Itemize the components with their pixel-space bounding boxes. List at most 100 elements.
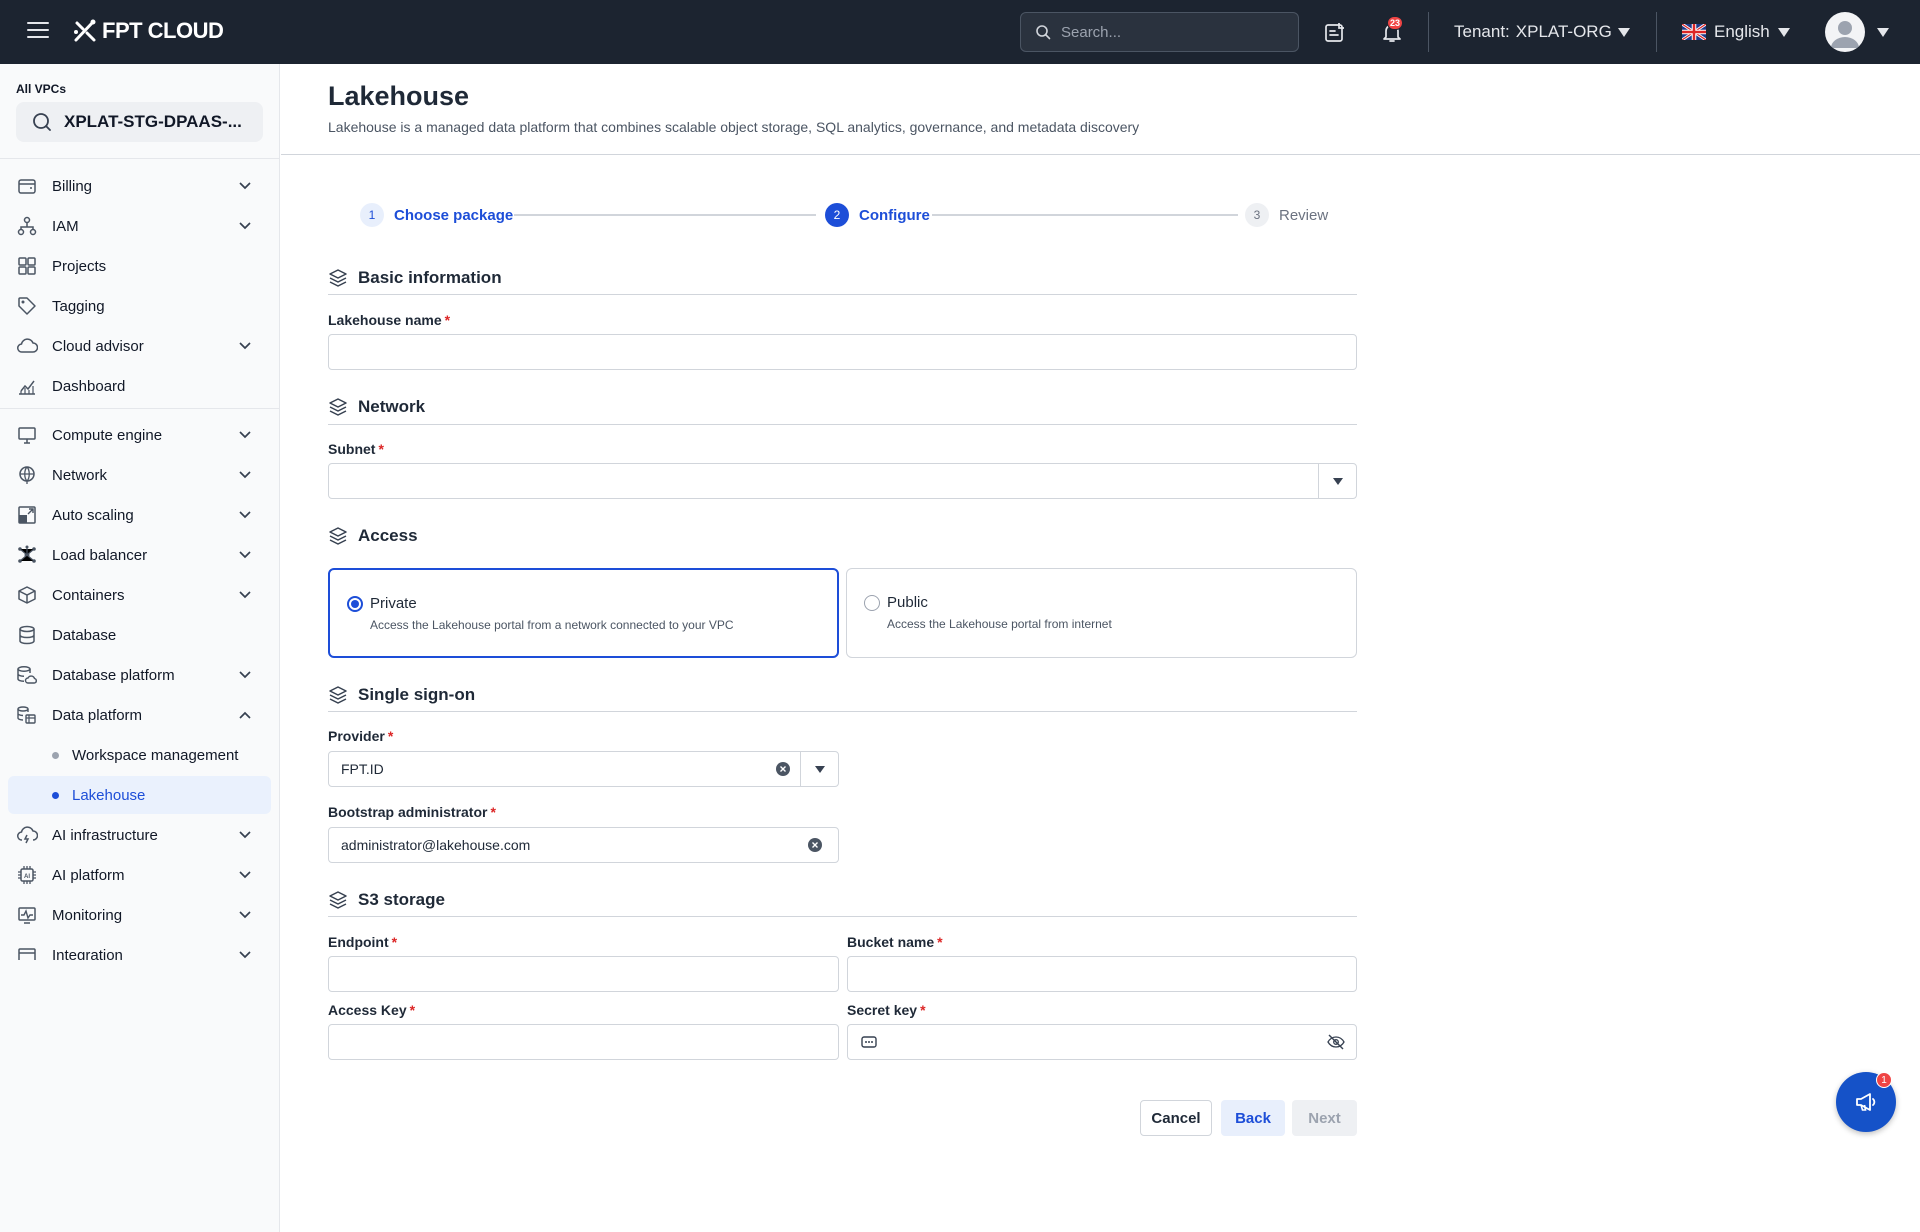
- eye-off-icon[interactable]: [1327, 1034, 1345, 1050]
- sidebar-item-label: Network: [52, 466, 108, 484]
- grid-icon: [16, 255, 38, 277]
- section-basic-information: Basic information: [328, 268, 502, 288]
- tenant-value: XPLAT-ORG: [1515, 22, 1612, 41]
- clear-icon[interactable]: [776, 762, 790, 776]
- sidebar-item-load-balancer[interactable]: Load balancer: [16, 537, 264, 573]
- required-asterisk: *: [409, 1002, 416, 1018]
- user-avatar-icon: [1831, 21, 1859, 48]
- chevron-down-icon: [239, 431, 251, 439]
- provider-label: Provider *: [328, 728, 393, 744]
- access-option-private[interactable]: Private Access the Lakehouse portal from…: [328, 568, 839, 658]
- sidebar-item-dashboard[interactable]: Dashboard: [16, 368, 264, 404]
- clear-icon[interactable]: [808, 838, 822, 852]
- sidebar-item-label: Dashboard: [52, 377, 126, 395]
- subnet-select[interactable]: [328, 463, 1357, 499]
- bullet-dot-icon: [52, 792, 59, 799]
- access-key-input[interactable]: [328, 1024, 839, 1060]
- globe-icon: [16, 464, 38, 486]
- lakehouse-name-input[interactable]: [328, 334, 1357, 370]
- sidebar-subitem-label: Lakehouse: [72, 786, 146, 804]
- secret-key-input[interactable]: [847, 1024, 1357, 1060]
- search-input[interactable]: [1061, 23, 1281, 41]
- option-description: Access the Lakehouse portal from a netwo…: [370, 618, 734, 632]
- sidebar-item-label: Database: [52, 626, 117, 644]
- sidebar-item-ai-infrastructure[interactable]: AI infrastructure: [16, 817, 264, 853]
- sidebar-item-network[interactable]: Network: [16, 457, 264, 493]
- search-icon: [1036, 25, 1051, 40]
- sidebar-item-label: IAM: [52, 217, 79, 235]
- radio-button[interactable]: [347, 596, 363, 612]
- required-asterisk: *: [444, 312, 451, 328]
- tenant-label: Tenant:: [1454, 22, 1510, 41]
- tenant-selector[interactable]: Tenant: XPLAT-ORG: [1454, 0, 1630, 64]
- chevron-down-icon: [239, 951, 251, 959]
- sidebar-item-monitoring[interactable]: Monitoring: [16, 897, 264, 933]
- radio-button[interactable]: [864, 595, 880, 611]
- sidebar-item-data-platform[interactable]: Data platform: [16, 697, 264, 733]
- sidebar-item-billing[interactable]: Billing: [16, 168, 264, 204]
- sidebar-item-projects[interactable]: Projects: [16, 248, 264, 284]
- sidebar-item-iam[interactable]: IAM: [16, 208, 264, 244]
- cloud-bolt-icon: [16, 824, 38, 846]
- sidebar-item-compute-engine[interactable]: Compute engine: [16, 417, 264, 453]
- bootstrap-admin-input[interactable]: [328, 827, 839, 863]
- user-menu[interactable]: [1825, 12, 1889, 52]
- database-cloud-icon: [16, 664, 38, 686]
- chart-icon: [16, 375, 38, 397]
- step-label: Review: [1279, 206, 1329, 224]
- option-title: Private: [370, 595, 417, 612]
- sidebar-subitem-workspace-management[interactable]: Workspace management: [8, 736, 271, 774]
- chevron-down-icon: [239, 831, 251, 839]
- sidebar-item-database[interactable]: Database: [16, 617, 264, 653]
- global-search[interactable]: [1020, 12, 1299, 52]
- sidebar-nav: Billing IAM Projects Tagging Cloud advis…: [0, 64, 280, 960]
- endpoint-input[interactable]: [328, 956, 839, 992]
- step-number: 2: [825, 203, 849, 227]
- cancel-button[interactable]: Cancel: [1140, 1100, 1212, 1136]
- hamburger-menu-icon[interactable]: [26, 20, 54, 44]
- chevron-up-icon: [239, 711, 251, 719]
- logo-text: FPT CLOUD: [102, 18, 224, 43]
- bullet-dot-icon: [52, 752, 59, 759]
- sidebar-item-ai-platform[interactable]: AI AI platform: [16, 857, 264, 893]
- language-label: English: [1714, 22, 1770, 41]
- sidebar-item-containers[interactable]: Containers: [16, 577, 264, 613]
- field-label-text: Access Key: [328, 1002, 407, 1018]
- scaling-icon: [16, 504, 38, 526]
- sidebar-item-integration[interactable]: Integration: [16, 937, 264, 960]
- sidebar-item-tagging[interactable]: Tagging: [16, 288, 264, 324]
- step-choose-package[interactable]: 1 Choose package: [360, 202, 513, 228]
- sidebar-item-label: Tagging: [52, 297, 105, 315]
- chevron-down-icon: [1777, 27, 1790, 37]
- announcement-count-badge: 1: [1876, 1072, 1892, 1088]
- cloud-icon: [16, 335, 38, 357]
- sidebar-item-label: Billing: [52, 177, 93, 195]
- bucket-name-input[interactable]: [847, 956, 1357, 992]
- provider-select[interactable]: FPT.ID: [328, 751, 839, 787]
- sidebar-subitem-lakehouse[interactable]: Lakehouse: [8, 776, 271, 814]
- fpt-cloud-logo[interactable]: FPT CLOUD: [72, 18, 224, 44]
- dropdown-toggle[interactable]: [1318, 464, 1356, 498]
- back-button[interactable]: Back: [1221, 1100, 1285, 1136]
- bootstrap-admin-label: Bootstrap administrator *: [328, 804, 496, 820]
- dropdown-toggle[interactable]: [800, 752, 838, 786]
- step-review[interactable]: 3 Review: [1245, 202, 1328, 228]
- step-configure[interactable]: 2 Configure: [825, 202, 930, 228]
- endpoint-label: Endpoint *: [328, 934, 397, 950]
- access-option-public[interactable]: Public Access the Lakehouse portal from …: [846, 568, 1357, 658]
- language-selector[interactable]: English: [1682, 0, 1790, 64]
- sidebar-item-auto-scaling[interactable]: Auto scaling: [16, 497, 264, 533]
- required-asterisk: *: [937, 934, 943, 950]
- required-asterisk: *: [490, 804, 496, 820]
- news-icon[interactable]: [1323, 20, 1347, 44]
- next-button[interactable]: Next: [1292, 1100, 1357, 1136]
- sidebar-item-cloud-advisor[interactable]: Cloud advisor: [16, 328, 264, 364]
- layers-icon: [329, 686, 347, 704]
- step-label: Configure: [859, 206, 930, 224]
- chevron-down-icon: [239, 342, 251, 350]
- sidebar-subitem-label: Workspace management: [72, 746, 239, 764]
- sidebar-item-label: Integration: [52, 946, 123, 961]
- section-title: Single sign-on: [358, 685, 476, 704]
- sidebar-item-database-platform[interactable]: Database platform: [16, 657, 264, 693]
- topbar-divider: [1428, 12, 1429, 52]
